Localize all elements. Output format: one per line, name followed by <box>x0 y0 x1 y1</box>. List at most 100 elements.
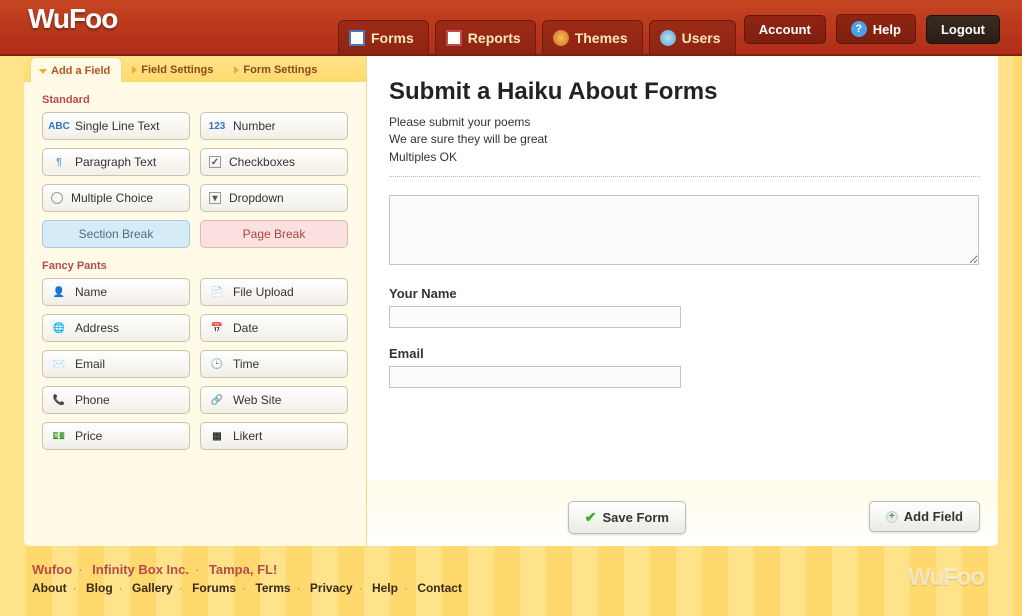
field-label: Likert <box>233 429 262 443</box>
checkbox-icon: ✓ <box>209 156 221 168</box>
form-desc-line: Multiples OK <box>389 150 457 164</box>
logout-button[interactable]: Logout <box>926 15 1000 44</box>
add-field-button[interactable]: +Add Field <box>869 501 980 532</box>
field-label: Web Site <box>233 393 281 407</box>
field-email[interactable]: ✉️ Email <box>42 350 190 378</box>
footer-location[interactable]: Tampa, FL! <box>209 562 277 577</box>
action-bar: ✔Save Form +Add Field <box>367 481 998 546</box>
account-button[interactable]: Account <box>744 15 826 44</box>
editor-tabs: Add a Field Field Settings Form Settings <box>24 56 366 82</box>
primary-nav: Forms Reports Themes Users <box>338 20 736 54</box>
field-single-line-text[interactable]: ABC Single Line Text <box>42 112 190 140</box>
phone-icon: 📞 <box>51 392 67 408</box>
field-website[interactable]: 🔗Web Site <box>200 386 348 414</box>
field-price[interactable]: 💵Price <box>42 422 190 450</box>
footer-link-forums[interactable]: Forums <box>192 581 236 595</box>
footer-link-help[interactable]: Help <box>372 581 398 595</box>
footer-link-contact[interactable]: Contact <box>417 581 462 595</box>
calendar-icon: 📅 <box>209 320 225 336</box>
email-field[interactable]: Email <box>389 346 980 388</box>
email-label: Email <box>389 346 980 361</box>
help-button[interactable]: ? Help <box>836 14 916 44</box>
field-label: Paragraph Text <box>75 155 156 169</box>
haiku-textarea-field[interactable] <box>389 195 980 268</box>
field-multiple-choice[interactable]: Multiple Choice <box>42 184 190 212</box>
file-upload-icon: 📄 <box>209 284 225 300</box>
chevron-right-icon <box>132 66 137 74</box>
tab-add-field[interactable]: Add a Field <box>30 57 122 83</box>
nav-forms[interactable]: Forms <box>338 20 429 54</box>
field-number[interactable]: 123 Number <box>200 112 348 140</box>
name-card-icon: 👤 <box>51 284 67 300</box>
brand-logo: WuFoo <box>28 3 117 35</box>
number-123-icon: 123 <box>209 118 225 134</box>
footer-link-blog[interactable]: Blog <box>86 581 113 595</box>
form-canvas: Submit a Haiku About Forms Please submit… <box>366 56 998 546</box>
field-label: Dropdown <box>229 191 284 205</box>
footer-link-privacy[interactable]: Privacy <box>310 581 353 595</box>
logout-label: Logout <box>941 22 985 37</box>
radio-icon <box>51 192 63 204</box>
field-time[interactable]: 🕒Time <box>200 350 348 378</box>
tab-form-settings[interactable]: Form Settings <box>226 56 328 82</box>
category-standard: Standard <box>42 94 366 106</box>
field-section-break[interactable]: Section Break <box>42 220 190 248</box>
field-page-break[interactable]: Page Break <box>200 220 348 248</box>
field-file-upload[interactable]: 📄 File Upload <box>200 278 348 306</box>
footer-brand[interactable]: Wufoo <box>32 562 72 577</box>
your-name-field[interactable]: Your Name <box>389 286 980 328</box>
footer-company[interactable]: Infinity Box Inc. <box>92 562 189 577</box>
form-desc-line: We are sure they will be great <box>389 132 548 146</box>
help-label: Help <box>873 22 901 37</box>
clock-icon: 🕒 <box>209 356 225 372</box>
tab-field-settings-label: Field Settings <box>141 64 213 76</box>
text-abc-icon: ABC <box>51 118 67 134</box>
field-checkboxes[interactable]: ✓ Checkboxes <box>200 148 348 176</box>
field-label: Name <box>75 285 107 299</box>
tab-form-settings-label: Form Settings <box>243 64 317 76</box>
chevron-right-icon <box>234 66 239 74</box>
field-label: Single Line Text <box>75 119 160 133</box>
section-divider <box>389 176 980 177</box>
field-label: Price <box>75 429 102 443</box>
nav-users[interactable]: Users <box>649 20 736 54</box>
field-label: File Upload <box>233 285 294 299</box>
save-form-button[interactable]: ✔Save Form <box>568 501 686 534</box>
save-form-label: Save Form <box>603 510 669 525</box>
your-name-input[interactable] <box>389 306 681 328</box>
globe-icon: 🌐 <box>51 320 67 336</box>
haiku-textarea[interactable] <box>389 195 979 265</box>
nav-reports[interactable]: Reports <box>435 20 536 54</box>
nav-forms-label: Forms <box>371 30 414 46</box>
footer-link-terms[interactable]: Terms <box>255 581 290 595</box>
footer-logo: WuFoo <box>908 564 984 592</box>
help-icon: ? <box>851 21 867 37</box>
field-date[interactable]: 📅Date <box>200 314 348 342</box>
field-paragraph-text[interactable]: ¶Paragraph Text <box>42 148 190 176</box>
grid-icon: ▦ <box>209 428 225 444</box>
nav-themes[interactable]: Themes <box>542 20 643 54</box>
field-dropdown[interactable]: ▾Dropdown <box>200 184 348 212</box>
form-desc-line: Please submit your poems <box>389 115 530 129</box>
form-title[interactable]: Submit a Haiku About Forms <box>389 78 980 106</box>
footer-link-gallery[interactable]: Gallery <box>132 581 173 595</box>
field-address[interactable]: 🌐 Address <box>42 314 190 342</box>
tab-field-settings[interactable]: Field Settings <box>124 56 224 82</box>
form-description[interactable]: Please submit your poems We are sure the… <box>389 114 980 166</box>
field-name[interactable]: 👤 Name <box>42 278 190 306</box>
field-likert[interactable]: ▦ Likert <box>200 422 348 450</box>
field-label: Page Break <box>243 227 306 241</box>
field-phone[interactable]: 📞Phone <box>42 386 190 414</box>
plus-icon: + <box>886 511 898 523</box>
field-label: Address <box>75 321 119 335</box>
nav-users-label: Users <box>682 30 721 46</box>
field-sidebar: Add a Field Field Settings Form Settings… <box>24 56 366 546</box>
footer-link-about[interactable]: About <box>32 581 67 595</box>
nav-themes-label: Themes <box>575 30 628 46</box>
envelope-icon: ✉️ <box>51 356 67 372</box>
reports-icon <box>446 30 462 46</box>
field-label: Checkboxes <box>229 155 295 169</box>
field-label: Number <box>233 119 276 133</box>
field-label: Email <box>75 357 105 371</box>
email-input[interactable] <box>389 366 681 388</box>
